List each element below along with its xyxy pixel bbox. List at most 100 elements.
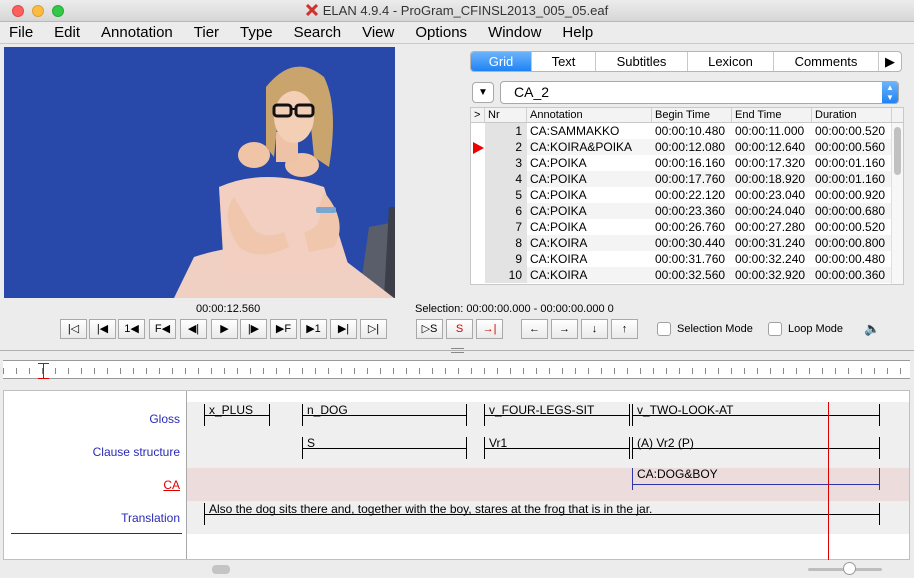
- tab-lexicon[interactable]: Lexicon: [688, 52, 774, 71]
- previous-frame-button[interactable]: |◀: [89, 319, 116, 339]
- menu-search[interactable]: Search: [294, 24, 342, 41]
- step-back-frame-button[interactable]: F◀: [149, 319, 176, 339]
- selection-label: Selection: 00:00:00.000 - 00:00:00.000 0: [415, 303, 614, 315]
- table-row[interactable]: 9 CA:KOIRA 00:00:31.760 00:00:32.240 00:…: [471, 251, 903, 267]
- step-back-second-button[interactable]: 1◀: [118, 319, 145, 339]
- table-row[interactable]: 5 CA:POIKA 00:00:22.120 00:00:23.040 00:…: [471, 187, 903, 203]
- table-row[interactable]: 2 CA:KOIRA&POIKA 00:00:12.080 00:00:12.6…: [471, 139, 903, 155]
- annotation-clause[interactable]: Vr1: [484, 436, 630, 459]
- loop-mode-checkbox[interactable]: [768, 322, 782, 336]
- annotation-line: [633, 448, 879, 449]
- go-to-end-button[interactable]: ▷|: [360, 319, 387, 339]
- col-header-nr[interactable]: Nr: [485, 108, 527, 122]
- cell-end-time: 00:00:11.000: [732, 123, 812, 139]
- menu-view[interactable]: View: [362, 24, 394, 41]
- title-bar: ELAN 4.9.4 - ProGram_CFINSL2013_005_05.e…: [0, 0, 914, 22]
- col-header-end-time[interactable]: End Time: [732, 108, 812, 122]
- annotation-gloss[interactable]: v_FOUR-LEGS-SIT: [484, 403, 630, 426]
- annotation-clause[interactable]: S: [302, 436, 467, 459]
- tier-label-gloss[interactable]: Gloss: [149, 412, 180, 426]
- col-header-annotation[interactable]: Annotation: [527, 108, 652, 122]
- splitter-grip-icon[interactable]: [451, 348, 464, 353]
- menu-edit[interactable]: Edit: [54, 24, 80, 41]
- time-ruler[interactable]: [3, 360, 910, 379]
- col-header-duration[interactable]: Duration: [812, 108, 892, 122]
- step-forward-second-button[interactable]: ▶1: [300, 319, 327, 339]
- annotation-line: [485, 415, 629, 416]
- tier-label-translation[interactable]: Translation: [121, 511, 180, 525]
- row-marker: [471, 203, 485, 219]
- menu-help[interactable]: Help: [562, 24, 593, 41]
- tab-text[interactable]: Text: [532, 52, 596, 71]
- menu-options[interactable]: Options: [415, 24, 467, 41]
- tier-label-clause-structure[interactable]: Clause structure: [93, 445, 180, 459]
- annotation-line: [303, 448, 466, 449]
- clear-selection-button[interactable]: S: [446, 319, 473, 339]
- grid-scrollbar[interactable]: [891, 123, 903, 284]
- table-row[interactable]: 8 CA:KOIRA 00:00:30.440 00:00:31.240 00:…: [471, 235, 903, 251]
- cell-begin-time: 00:00:22.120: [652, 187, 732, 203]
- tier-row-translation: Also the dog sits there and, together wi…: [187, 501, 909, 534]
- zoom-slider-knob[interactable]: [843, 562, 856, 575]
- table-row[interactable]: 6 CA:POIKA 00:00:23.360 00:00:24.040 00:…: [471, 203, 903, 219]
- annotation-gloss[interactable]: x_PLUS: [204, 403, 270, 426]
- menu-window[interactable]: Window: [488, 24, 541, 41]
- tier-select[interactable]: CA_2 ▲ ▼: [500, 81, 899, 104]
- timeline-scrollbar-thumb[interactable]: [212, 565, 230, 574]
- cell-annotation: CA:POIKA: [527, 187, 652, 203]
- selection-mode-checkbox[interactable]: [657, 322, 671, 336]
- menu-type[interactable]: Type: [240, 24, 273, 41]
- tier-label-ca[interactable]: CA: [163, 478, 180, 492]
- go-to-begin-button[interactable]: |◁: [60, 319, 87, 339]
- annotation-line: [633, 415, 879, 416]
- menu-tier[interactable]: Tier: [194, 24, 219, 41]
- step-forward-frame-button[interactable]: ▶F: [270, 319, 297, 339]
- tab-scroll-right-icon[interactable]: ▶: [879, 52, 901, 71]
- play-button[interactable]: ▶: [211, 319, 238, 339]
- timeline-cursor-icon[interactable]: [38, 363, 49, 379]
- annotation-clause[interactable]: (A) Vr2 (P): [632, 436, 880, 459]
- cell-nr: 1: [485, 123, 527, 139]
- cell-duration: 00:00:00.920: [812, 187, 892, 203]
- table-row[interactable]: 7 CA:POIKA 00:00:26.760 00:00:27.280 00:…: [471, 219, 903, 235]
- nav-up-button[interactable]: ↑: [611, 319, 638, 339]
- menu-annotation[interactable]: Annotation: [101, 24, 173, 41]
- col-header-marker[interactable]: >: [471, 108, 485, 122]
- table-row[interactable]: 4 CA:POIKA 00:00:17.760 00:00:18.920 00:…: [471, 171, 903, 187]
- table-row[interactable]: 10 CA:KOIRA 00:00:32.560 00:00:32.920 00…: [471, 267, 903, 283]
- tier-dropdown-button[interactable]: ▼: [472, 82, 494, 103]
- annotation-line: [303, 415, 466, 416]
- volume-icon[interactable]: 🔈: [864, 321, 880, 337]
- cell-begin-time: 00:00:32.560: [652, 267, 732, 283]
- cell-duration: 00:00:00.480: [812, 251, 892, 267]
- table-row[interactable]: 1 CA:SAMMAKKO 00:00:10.480 00:00:11.000 …: [471, 123, 903, 139]
- annotation-ca[interactable]: CA:DOG&BOY: [632, 467, 880, 490]
- next-annotation-button[interactable]: |▶: [240, 319, 267, 339]
- annotation-gloss[interactable]: n_DOG: [302, 403, 467, 426]
- video-viewer[interactable]: [4, 47, 395, 298]
- cell-duration: 00:00:00.360: [812, 267, 892, 283]
- play-selection-button[interactable]: ▷S: [416, 319, 443, 339]
- cell-nr: 2: [485, 139, 527, 155]
- nav-left-button[interactable]: ←: [521, 319, 548, 339]
- loop-mode-label: Loop Mode: [788, 323, 844, 335]
- menu-file[interactable]: File: [9, 24, 33, 41]
- annotation-gloss[interactable]: v_TWO-LOOK-AT: [632, 403, 880, 426]
- playhead-cursor[interactable]: [828, 402, 829, 560]
- table-row[interactable]: 3 CA:POIKA 00:00:16.160 00:00:17.320 00:…: [471, 155, 903, 171]
- time-ruler-ticks: [3, 368, 910, 374]
- tab-subtitles[interactable]: Subtitles: [596, 52, 688, 71]
- nav-right-button[interactable]: →: [551, 319, 578, 339]
- selection-boundary-button[interactable]: →|: [476, 319, 503, 339]
- next-frame-button[interactable]: ▶|: [330, 319, 357, 339]
- previous-annotation-button[interactable]: ◀|: [180, 319, 207, 339]
- col-header-begin-time[interactable]: Begin Time: [652, 108, 732, 122]
- annotation-translation[interactable]: Also the dog sits there and, together wi…: [204, 502, 880, 525]
- cell-annotation: CA:POIKA: [527, 171, 652, 187]
- nav-down-button[interactable]: ↓: [581, 319, 608, 339]
- tab-grid[interactable]: Grid: [471, 52, 532, 71]
- tab-comments[interactable]: Comments: [774, 52, 879, 71]
- cell-end-time: 00:00:27.280: [732, 219, 812, 235]
- grid-scrollbar-thumb[interactable]: [894, 127, 901, 175]
- cell-nr: 5: [485, 187, 527, 203]
